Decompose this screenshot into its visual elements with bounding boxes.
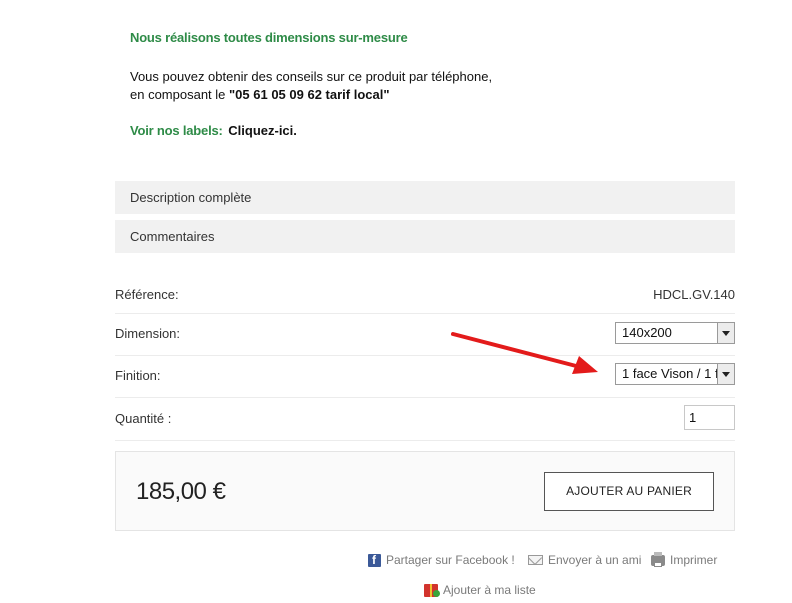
divider: [115, 397, 735, 398]
reference-label: Référence:: [115, 287, 179, 302]
finition-label: Finition:: [115, 368, 161, 383]
labels-link[interactable]: Cliquez-ici.: [228, 123, 297, 138]
finition-select[interactable]: 1 face Vison / 1 f: [615, 363, 735, 385]
wishlist-link[interactable]: Ajouter à ma liste: [424, 583, 536, 597]
envelope-icon: [528, 555, 543, 565]
share-facebook-label: Partager sur Facebook !: [386, 553, 515, 567]
phone-number: "05 61 05 09 62 tarif local": [229, 87, 390, 102]
quantity-input[interactable]: 1: [684, 405, 735, 430]
share-facebook-link[interactable]: Partager sur Facebook !: [368, 553, 515, 567]
print-label: Imprimer: [670, 553, 718, 567]
price: 185,00 €: [136, 478, 226, 505]
print-link[interactable]: Imprimer: [651, 551, 718, 567]
add-to-cart-button[interactable]: AJOUTER AU PANIER: [544, 472, 714, 511]
dimension-select[interactable]: 140x200: [615, 322, 735, 344]
facebook-icon: [368, 553, 381, 567]
dimension-selected-value: 140x200: [622, 325, 672, 340]
wishlist-label: Ajouter à ma liste: [443, 583, 536, 597]
dimension-label: Dimension:: [115, 326, 181, 341]
phone-prefix: en composant le: [130, 87, 230, 102]
printer-icon: [651, 551, 665, 567]
price-box: 185,00 € AJOUTER AU PANIER: [115, 451, 735, 531]
annotation-arrow-icon: [451, 332, 598, 374]
divider: [115, 440, 735, 441]
send-to-friend-link[interactable]: Envoyer à un ami: [528, 553, 641, 567]
quantity-label: Quantité :: [115, 411, 172, 426]
finition-selected-value: 1 face Vison / 1 f: [622, 366, 719, 381]
gift-icon: [424, 583, 440, 597]
labels-line: Voir nos labels: Cliquez-ici.: [130, 123, 297, 138]
phone-info-line2: en composant le "05 61 05 09 62 tarif lo…: [130, 87, 390, 102]
custom-sizes-heading: Nous réalisons toutes dimensions sur-mes…: [130, 30, 408, 45]
divider: [115, 355, 735, 356]
chevron-down-icon[interactable]: [717, 323, 734, 343]
tab-description[interactable]: Description complète: [115, 181, 735, 214]
phone-info-line1: Vous pouvez obtenir des conseils sur ce …: [130, 69, 493, 84]
reference-value: HDCL.GV.140: [653, 287, 735, 302]
send-to-friend-label: Envoyer à un ami: [548, 553, 642, 567]
chevron-down-icon[interactable]: [717, 364, 734, 384]
labels-title: Voir nos labels:: [130, 123, 223, 138]
tab-comments[interactable]: Commentaires: [115, 220, 735, 253]
divider: [115, 313, 735, 314]
